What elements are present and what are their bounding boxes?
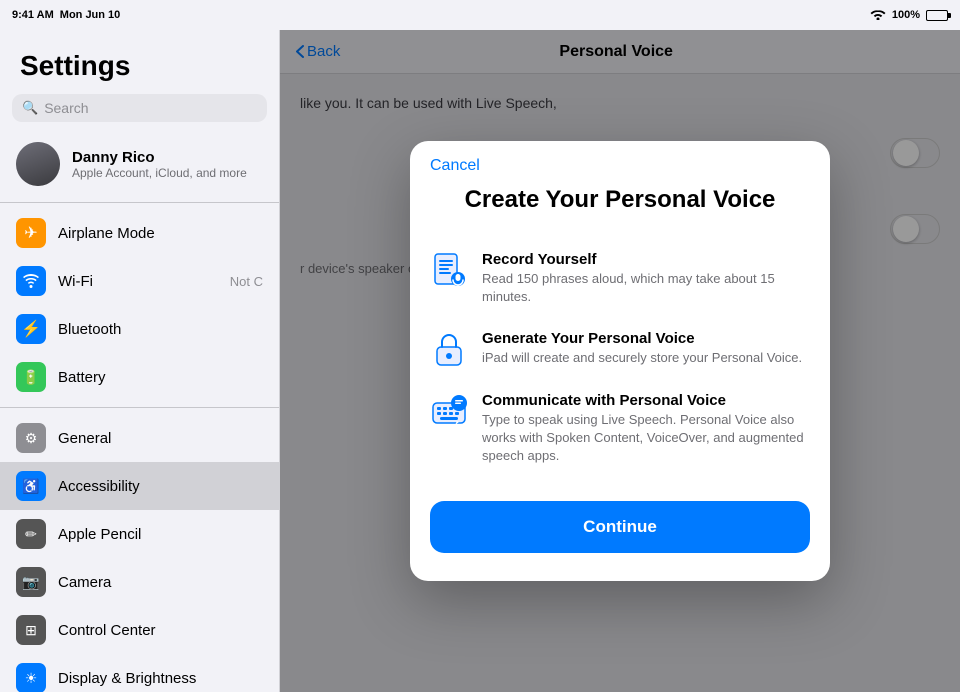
sidebar-item-label: Control Center <box>58 622 263 639</box>
airplane-icon: ✈ <box>16 218 46 248</box>
continue-button[interactable]: Continue <box>430 501 810 553</box>
modal-item-title-generate: Generate Your Personal Voice <box>482 330 810 347</box>
general-icon: ⚙ <box>16 423 46 453</box>
sidebar-item-label: Camera <box>58 574 263 591</box>
sidebar-item-camera[interactable]: 📷 Camera <box>0 558 279 606</box>
modal-title: Create Your Personal Voice <box>410 175 830 239</box>
sidebar-item-label: General <box>58 430 263 447</box>
cancel-button[interactable]: Cancel <box>430 157 480 175</box>
modal-item-text-communicate: Communicate with Personal Voice Type to … <box>482 392 810 466</box>
sidebar-title: Settings <box>0 30 279 90</box>
sidebar-item-apple-pencil[interactable]: ✏ Apple Pencil <box>0 510 279 558</box>
divider-2 <box>0 407 279 408</box>
sidebar-item-wifi[interactable]: Wi-Fi Not C <box>0 257 279 305</box>
sidebar-item-display[interactable]: ☀ Display & Brightness <box>0 654 279 692</box>
sidebar-item-label: Battery <box>58 369 263 386</box>
control-center-icon: ⊞ <box>16 615 46 645</box>
sidebar-item-accessibility[interactable]: ♿ Accessibility <box>0 462 279 510</box>
time-display: 9:41 AM <box>12 9 54 21</box>
sidebar-item-label: Display & Brightness <box>58 670 263 687</box>
sidebar-item-airplane-mode[interactable]: ✈ Airplane Mode <box>0 209 279 257</box>
sidebar-item-label: Apple Pencil <box>58 526 263 543</box>
user-info: Danny Rico Apple Account, iCloud, and mo… <box>72 149 263 180</box>
modal-item-desc-generate: iPad will create and securely store your… <box>482 349 810 367</box>
modal-item-communicate: Communicate with Personal Voice Type to … <box>430 380 810 478</box>
status-bar-right: 100% <box>870 8 948 23</box>
battery-icon <box>926 10 948 21</box>
modal-item-generate: Generate Your Personal Voice iPad will c… <box>430 318 810 380</box>
divider-1 <box>0 202 279 203</box>
user-profile[interactable]: Danny Rico Apple Account, iCloud, and mo… <box>0 132 279 196</box>
search-bar[interactable]: 🔍 Search <box>12 94 267 122</box>
camera-icon: 📷 <box>16 567 46 597</box>
sidebar-item-battery[interactable]: 🔋 Battery <box>0 353 279 401</box>
modal-dialog: Cancel Create Your Personal Voice <box>410 141 830 582</box>
sidebar-item-label: Airplane Mode <box>58 225 263 242</box>
modal-items: Record Yourself Read 150 phrases aloud, … <box>410 239 830 478</box>
modal-cancel-row: Cancel <box>410 141 830 175</box>
battery-settings-icon: 🔋 <box>16 362 46 392</box>
wifi-settings-icon <box>16 266 46 296</box>
sidebar-item-control-center[interactable]: ⊞ Control Center <box>0 606 279 654</box>
sidebar: Settings 🔍 Search Danny Rico Apple Accou… <box>0 30 280 692</box>
user-name: Danny Rico <box>72 149 263 166</box>
user-subtitle: Apple Account, iCloud, and more <box>72 166 263 180</box>
modal-overlay: Cancel Create Your Personal Voice <box>280 30 960 692</box>
wifi-icon <box>870 8 886 23</box>
sidebar-item-bluetooth[interactable]: ⚡ Bluetooth <box>0 305 279 353</box>
sidebar-item-value: Not C <box>230 274 263 289</box>
sidebar-item-label: Accessibility <box>58 478 263 495</box>
lock-icon <box>430 330 468 368</box>
modal-item-desc-record: Read 150 phrases aloud, which may take a… <box>482 270 810 306</box>
search-icon: 🔍 <box>22 100 38 116</box>
settings-list: ✈ Airplane Mode Wi-Fi Not C ⚡ Bluetooth … <box>0 209 279 692</box>
display-icon: ☀ <box>16 663 46 692</box>
date-display: Mon Jun 10 <box>60 9 121 21</box>
status-bar-left: 9:41 AM Mon Jun 10 <box>12 9 120 21</box>
modal-item-text-generate: Generate Your Personal Voice iPad will c… <box>482 330 810 367</box>
avatar <box>16 142 60 186</box>
search-input-placeholder: Search <box>44 100 88 116</box>
record-icon <box>430 251 468 289</box>
modal-item-title-communicate: Communicate with Personal Voice <box>482 392 810 409</box>
accessibility-icon: ♿ <box>16 471 46 501</box>
modal-item-title-record: Record Yourself <box>482 251 810 268</box>
sidebar-item-general[interactable]: ⚙ General <box>0 414 279 462</box>
app-frame: Settings 🔍 Search Danny Rico Apple Accou… <box>0 30 960 692</box>
modal-item-record: Record Yourself Read 150 phrases aloud, … <box>430 239 810 318</box>
modal-item-desc-communicate: Type to speak using Live Speech. Persona… <box>482 411 810 466</box>
battery-percent: 100% <box>892 9 920 21</box>
pencil-icon: ✏ <box>16 519 46 549</box>
status-bar: 9:41 AM Mon Jun 10 100% <box>0 0 960 30</box>
sidebar-item-label: Bluetooth <box>58 321 263 338</box>
sidebar-item-label: Wi-Fi <box>58 273 218 290</box>
main-content: Back Personal Voice like you. It can be … <box>280 30 960 692</box>
bluetooth-icon: ⚡ <box>16 314 46 344</box>
modal-item-text-record: Record Yourself Read 150 phrases aloud, … <box>482 251 810 306</box>
keyboard-icon <box>430 392 468 430</box>
